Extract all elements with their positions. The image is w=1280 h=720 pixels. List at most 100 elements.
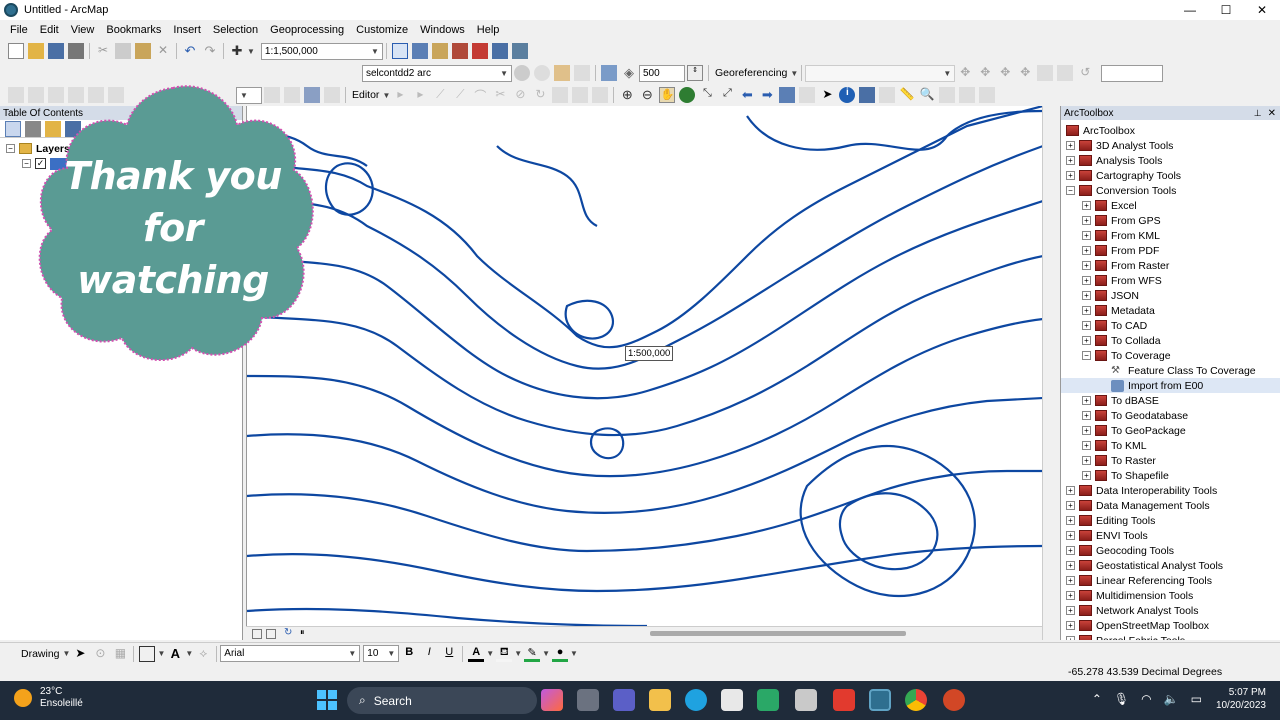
- arctoolbox-item[interactable]: + To CAD: [1061, 318, 1280, 333]
- expand-icon[interactable]: +: [1066, 591, 1075, 600]
- expand-icon[interactable]: +: [1066, 156, 1075, 165]
- mail-icon[interactable]: [757, 689, 779, 711]
- pause-drawing-icon[interactable]: ⏸: [300, 627, 305, 638]
- arctoolbox-item[interactable]: + To Shapefile: [1061, 468, 1280, 483]
- menu-insert[interactable]: Insert: [167, 24, 207, 36]
- interval-input[interactable]: 500: [639, 64, 685, 82]
- find-icon[interactable]: 🔍: [919, 87, 935, 103]
- model-builder-icon[interactable]: [511, 43, 528, 59]
- contour-interval-icon[interactable]: ◈: [621, 65, 637, 81]
- zoom-in-icon[interactable]: ⊕: [619, 87, 635, 103]
- expand-icon[interactable]: +: [1082, 396, 1091, 405]
- arctoolbox-item[interactable]: + Data Management Tools: [1061, 498, 1280, 513]
- edit-vertices-icon[interactable]: [554, 65, 570, 81]
- close-button[interactable]: ✕: [1244, 0, 1280, 20]
- expand-icon[interactable]: +: [1082, 201, 1091, 210]
- cut-icon[interactable]: ✂: [95, 43, 111, 59]
- clear-selection-icon[interactable]: [799, 87, 816, 103]
- underline-button[interactable]: U: [441, 646, 457, 662]
- menu-edit[interactable]: Edit: [34, 24, 65, 36]
- forward-extent-icon[interactable]: ➡: [759, 87, 775, 103]
- grid-icon[interactable]: [601, 65, 617, 81]
- edit-tool-icon[interactable]: ▸: [392, 87, 408, 103]
- catalog-icon[interactable]: [431, 43, 448, 59]
- menu-bookmarks[interactable]: Bookmarks: [100, 24, 167, 36]
- arctoolbox-item[interactable]: Import from E00: [1061, 378, 1280, 393]
- line-color-icon[interactable]: ✎: [524, 646, 541, 662]
- full-extent-globe-icon[interactable]: [679, 87, 696, 103]
- chevron-down-icon[interactable]: ▼: [486, 649, 494, 658]
- store-icon[interactable]: [721, 689, 743, 711]
- expand-icon[interactable]: +: [1082, 261, 1091, 270]
- arctoolbox-item[interactable]: + Excel: [1061, 198, 1280, 213]
- chevron-down-icon[interactable]: ▼: [570, 649, 578, 658]
- close-icon[interactable]: ✕: [1268, 108, 1276, 119]
- arctoolbox-item[interactable]: ⚒ Feature Class To Coverage: [1061, 363, 1280, 378]
- expand-icon[interactable]: +: [1082, 291, 1091, 300]
- georeferencing-menu[interactable]: Georeferencing: [712, 67, 790, 79]
- collapse-icon[interactable]: −: [1066, 186, 1075, 195]
- snapping-icon[interactable]: [514, 65, 530, 81]
- create-features-icon[interactable]: [592, 87, 609, 103]
- rectangle-icon[interactable]: [139, 645, 156, 662]
- select-features-icon[interactable]: [779, 87, 796, 103]
- maximize-button[interactable]: ☐: [1208, 0, 1244, 20]
- bold-button[interactable]: B: [401, 646, 417, 662]
- expand-icon[interactable]: +: [1082, 321, 1091, 330]
- fill-color-icon[interactable]: ⛾: [496, 646, 513, 662]
- volume-icon[interactable]: 🔈: [1164, 692, 1179, 706]
- search-window-icon[interactable]: [451, 43, 468, 59]
- redo-icon[interactable]: ↷: [202, 43, 218, 59]
- list-by-drawing-order-icon[interactable]: [5, 120, 21, 137]
- add-data-icon[interactable]: ✚: [229, 43, 245, 59]
- menu-file[interactable]: File: [4, 24, 34, 36]
- chevron-down-icon[interactable]: ▼: [247, 47, 255, 56]
- arctoolbox-item[interactable]: + From GPS: [1061, 213, 1280, 228]
- zoom-to-element-icon[interactable]: ▦: [112, 646, 128, 662]
- editor-menu[interactable]: Editor: [349, 89, 382, 101]
- target-layer-dropdown[interactable]: selcontdd2 arc ▼: [362, 64, 512, 82]
- edit-vertices-icon[interactable]: ⟡: [195, 646, 211, 662]
- chevron-down-icon[interactable]: ▼: [382, 91, 390, 100]
- delete-icon[interactable]: ✕: [155, 43, 171, 59]
- expand-icon[interactable]: +: [1066, 636, 1075, 640]
- arctoolbox-root[interactable]: ArcToolbox: [1061, 123, 1280, 138]
- powerpoint-icon[interactable]: [943, 689, 965, 711]
- expand-icon[interactable]: +: [1066, 141, 1075, 150]
- expand-icon[interactable]: +: [1082, 426, 1091, 435]
- arctoolbox-item[interactable]: + From KML: [1061, 228, 1280, 243]
- arctoolbox-item[interactable]: + Parcel Fabric Tools: [1061, 633, 1280, 640]
- arctoolbox-item[interactable]: + Cartography Tools: [1061, 168, 1280, 183]
- edit-vertex-icon[interactable]: ⟋: [452, 87, 468, 103]
- clock[interactable]: 5:07 PM 10/20/2023: [1216, 686, 1266, 712]
- pan-icon[interactable]: ✋: [659, 87, 676, 103]
- arctoolbox-item[interactable]: + Network Analyst Tools: [1061, 603, 1280, 618]
- split-icon[interactable]: ⊘: [512, 87, 528, 103]
- chevron-down-icon[interactable]: ▼: [63, 649, 71, 658]
- rotate-element-icon[interactable]: ⊙: [92, 646, 108, 662]
- windows-start-icon[interactable]: [316, 689, 338, 711]
- minimize-button[interactable]: —: [1172, 0, 1208, 20]
- fixed-zoom-in-icon[interactable]: ⤡: [699, 87, 715, 103]
- go-to-xy-icon[interactable]: [939, 87, 956, 103]
- wifi-icon[interactable]: ◠: [1141, 692, 1151, 706]
- file-explorer-icon[interactable]: [649, 689, 671, 711]
- arctoolbox-item[interactable]: + Geocoding Tools: [1061, 543, 1280, 558]
- pin-icon[interactable]: ⊥: [1254, 108, 1262, 119]
- arctoolbox-item[interactable]: + OpenStreetMap Toolbox: [1061, 618, 1280, 633]
- back-extent-icon[interactable]: ⬅: [739, 87, 755, 103]
- reset-icon[interactable]: ↺: [1077, 65, 1093, 81]
- expand-icon[interactable]: +: [1066, 576, 1075, 585]
- expand-icon[interactable]: +: [1066, 516, 1075, 525]
- arctoolbox-item[interactable]: + From Raster: [1061, 258, 1280, 273]
- refresh-icon[interactable]: ↻: [284, 627, 292, 638]
- zoom-in-fixed-icon[interactable]: [8, 87, 24, 103]
- arctoolbox-item[interactable]: + Data Interoperability Tools: [1061, 483, 1280, 498]
- expand-icon[interactable]: +: [1066, 561, 1075, 570]
- font-size-dropdown[interactable]: 10 ▼: [363, 645, 400, 662]
- zoom-out-icon[interactable]: ⊖: [639, 87, 655, 103]
- add-control-points-icon[interactable]: ✥: [1017, 65, 1033, 81]
- arctoolbox-item[interactable]: + Multidimension Tools: [1061, 588, 1280, 603]
- measure-icon[interactable]: 📏: [899, 87, 915, 103]
- layout-view-icon[interactable]: [266, 629, 276, 639]
